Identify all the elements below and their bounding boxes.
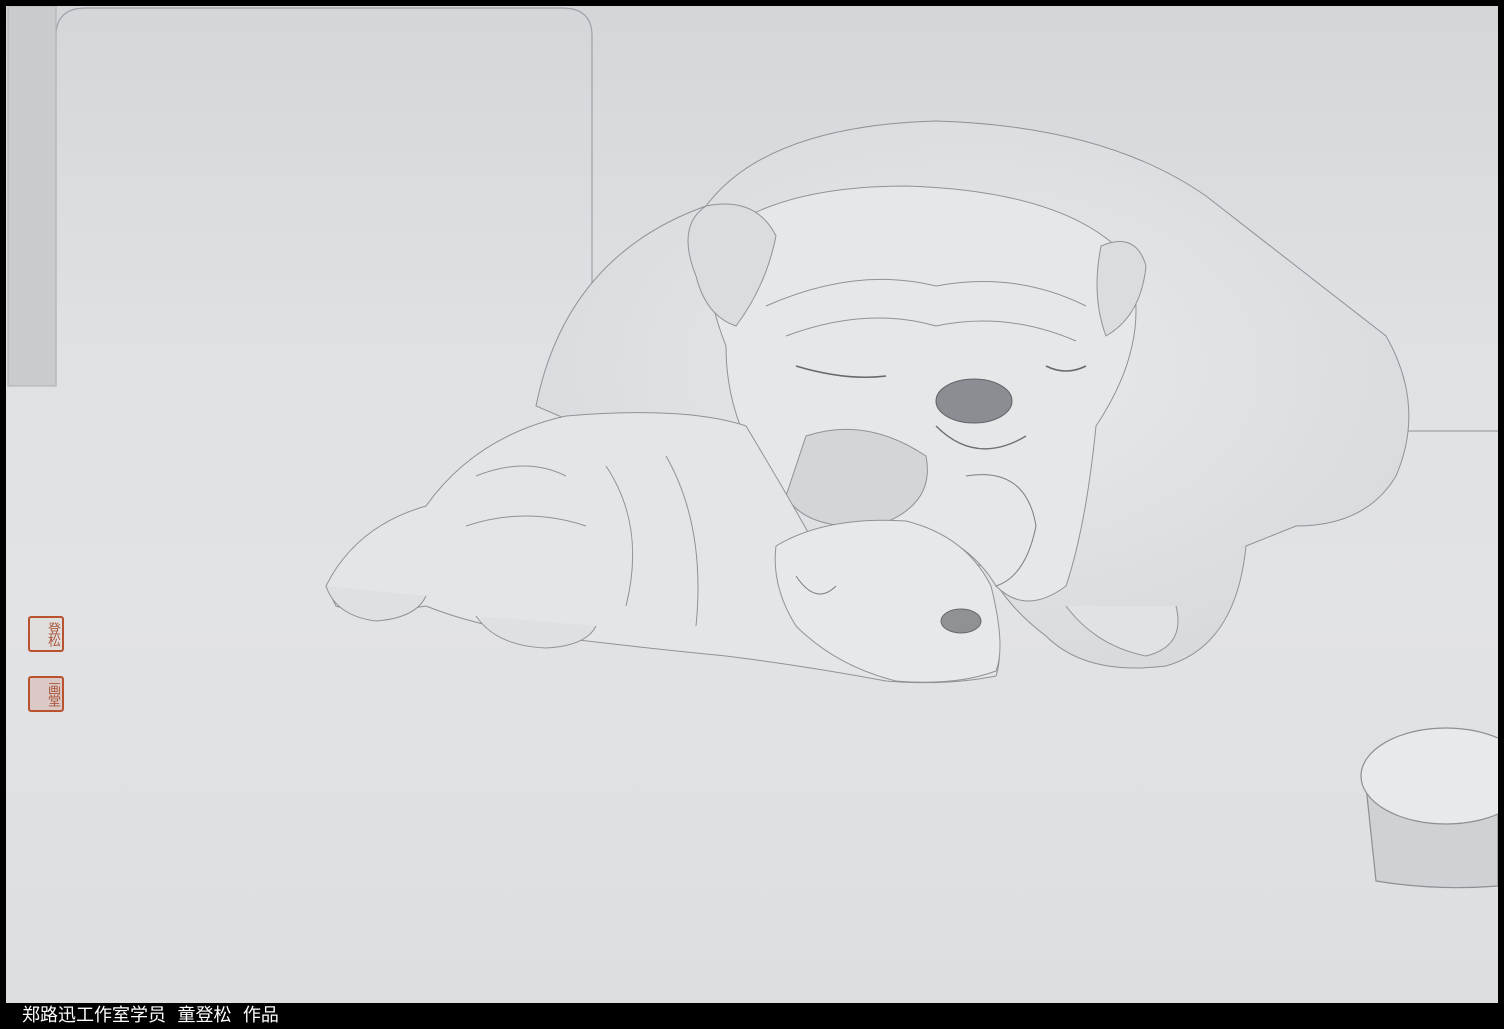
name-seal-text: 登松 xyxy=(45,622,60,646)
name-seal: 登松 xyxy=(28,616,64,652)
artwork-caption: 郑路迅工作室学员 童登松 作品 xyxy=(22,1005,279,1026)
bulldog-sketch xyxy=(7,6,1498,889)
pencil-drawing: 登松 画堂 xyxy=(6,6,1498,1003)
caption-bar: 郑路迅工作室学员 童登松 作品 xyxy=(0,1003,1504,1029)
studio-seal-text: 画堂 xyxy=(45,682,60,706)
dog-bowl xyxy=(1360,727,1498,889)
picture-frame: 登松 画堂 郑路迅工作室学员 童登松 作品 xyxy=(0,0,1504,1029)
studio-seal: 画堂 xyxy=(28,676,64,712)
artist-seals: 登松 画堂 xyxy=(28,616,68,714)
